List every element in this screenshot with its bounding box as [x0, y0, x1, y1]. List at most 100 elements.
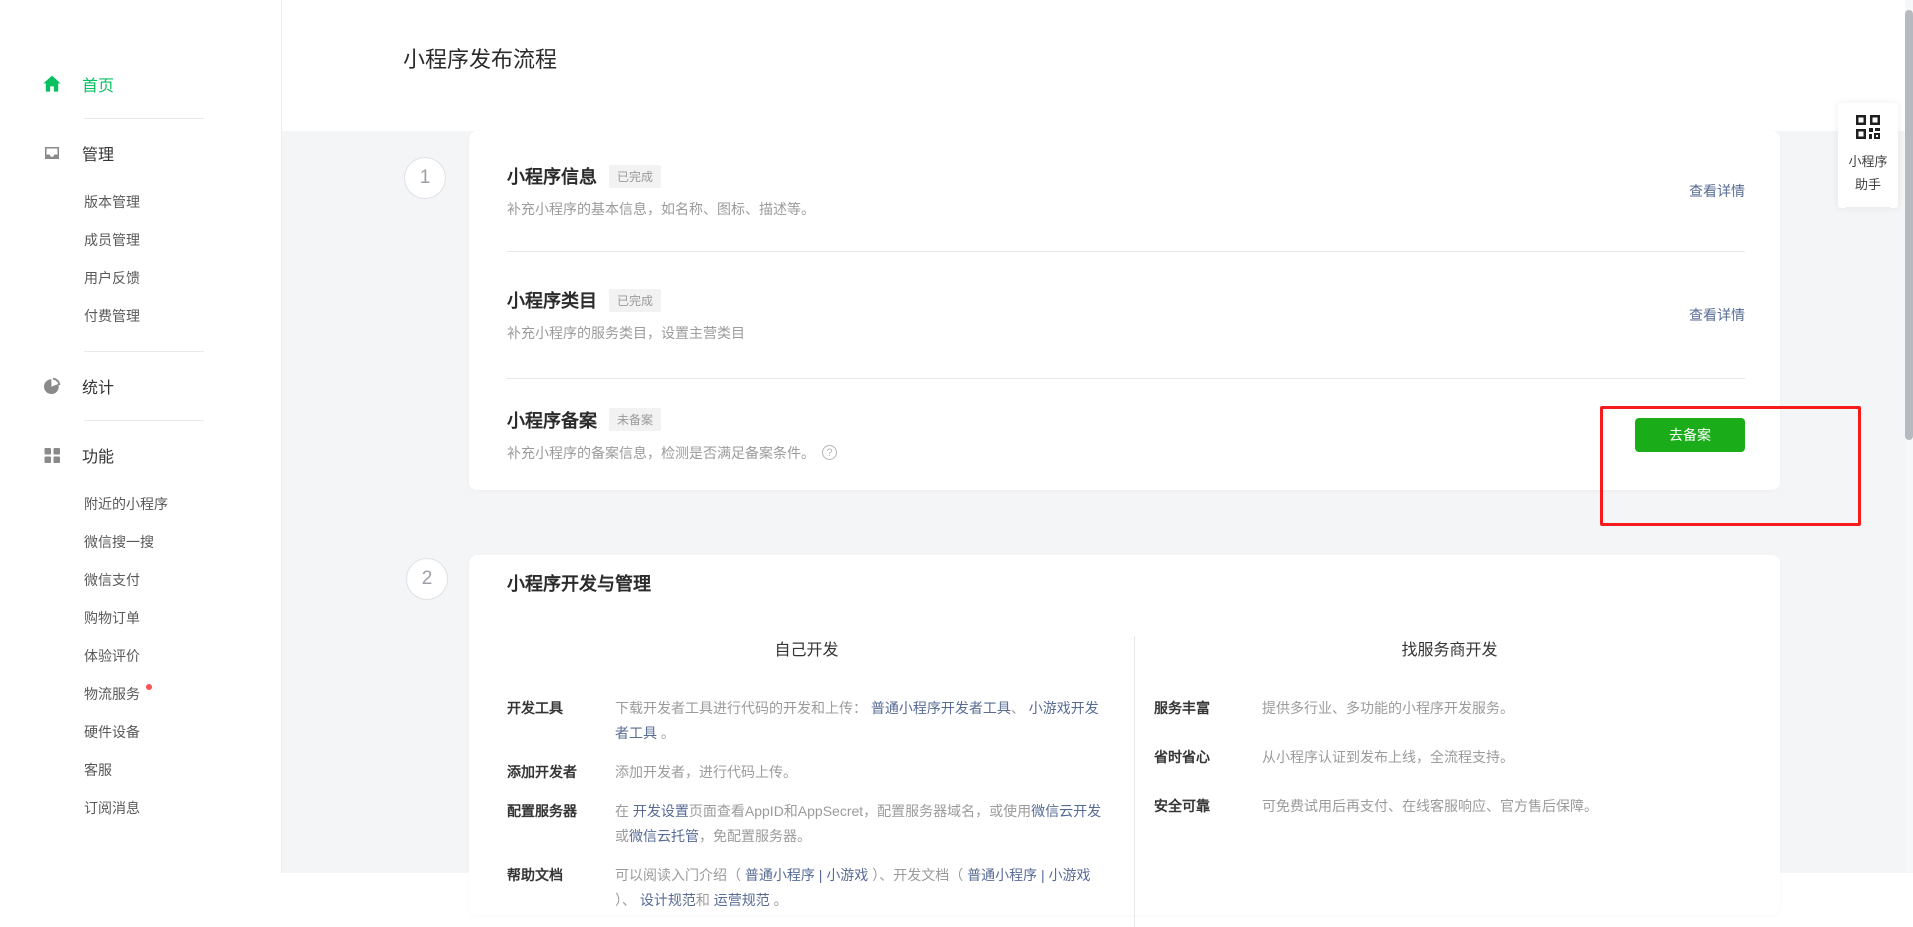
cloud-hosting-link[interactable]: 微信云托管 [629, 828, 699, 844]
row-label: 开发工具 [507, 696, 615, 746]
row-description: 可以阅读入门介绍（ 普通小程序 | 小游戏 ）、开发文档（ 普通小程序 | 小游… [615, 863, 1106, 913]
row-label: 服务丰富 [1154, 696, 1262, 721]
assistant-label-line2: 助手 [1838, 173, 1898, 196]
sidebar-item-label: 功能 [82, 443, 114, 467]
view-details-link[interactable]: 查看详情 [1689, 305, 1745, 325]
row-miniprogram-category: 小程序类目 已完成 补充小程序的服务类目，设置主营类目 查看详情 [507, 251, 1745, 378]
sidebar-sublist-features: 附近的小程序 微信搜一搜 微信支付 购物订单 体验评价 物流服务 硬件设备 客服… [0, 485, 281, 827]
cloud-dev-link[interactable]: 微信云开发 [1031, 803, 1101, 819]
sidebar-item-paid-manage[interactable]: 付费管理 [0, 297, 281, 335]
sidebar: 首页 管理 版本管理 成员管理 用户反馈 付费管理 统计 [0, 0, 282, 873]
row-description: 补充小程序的服务类目，设置主营类目 [507, 323, 745, 343]
sidebar-item-features[interactable]: 功能 [0, 437, 281, 473]
design-guide-link[interactable]: 设计规范 [640, 892, 696, 908]
intro-miniprogram-link[interactable]: 普通小程序 [745, 867, 815, 883]
text: 在 [615, 803, 633, 819]
question-circle-icon[interactable]: ? [822, 445, 837, 460]
sidebar-item-manage[interactable]: 管理 [0, 135, 281, 171]
grid-icon [42, 445, 62, 465]
row-description: 补充小程序的备案信息，检测是否满足备案条件。 [507, 443, 815, 463]
sidebar-item-wechat-pay[interactable]: 微信支付 [0, 561, 281, 599]
sidebar-sublist-manage: 版本管理 成员管理 用户反馈 付费管理 [0, 183, 281, 335]
dev-settings-link[interactable]: 开发设置 [633, 803, 689, 819]
sidebar-divider [84, 351, 204, 352]
sidebar-item-home[interactable]: 首页 [0, 66, 281, 102]
step2-card: 小程序开发与管理 自己开发 开发工具 下载开发者工具进行代码的开发和上传： 普通… [469, 555, 1780, 915]
status-badge: 已完成 [609, 289, 661, 312]
page-header: 小程序发布流程 [282, 0, 1913, 131]
row-label: 帮助文档 [507, 863, 615, 913]
row-miniprogram-info: 小程序信息 已完成 补充小程序的基本信息，如名称、图标、描述等。 查看详情 [507, 131, 1745, 251]
docs-miniprogram-link[interactable]: 普通小程序 [967, 867, 1037, 883]
assistant-label-line1: 小程序 [1838, 150, 1898, 173]
widget-divider [1846, 207, 1890, 208]
safe-reliable-row: 安全可靠 可免费试用后再支付、在线客服响应、官方售后保障。 [1154, 794, 1745, 819]
text: 添加开发者，进行代码上传。 [615, 764, 797, 780]
text: 和 [696, 892, 714, 908]
row-label: 配置服务器 [507, 799, 615, 849]
step2-title: 小程序开发与管理 [507, 555, 1745, 596]
time-saving-row: 省时省心 从小程序认证到发布上线，全流程支持。 [1154, 745, 1745, 770]
miniprogram-assistant-widget[interactable]: 小程序 助手 [1838, 103, 1898, 208]
status-badge: 未备案 [609, 408, 661, 431]
row-title: 小程序类目 [507, 287, 597, 313]
text: 下载开发者工具进行代码的开发和上传： [615, 700, 871, 716]
home-icon [42, 74, 62, 94]
add-developer-row: 添加开发者 添加开发者，进行代码上传。 [507, 760, 1106, 785]
row-description: 提供多行业、多功能的小程序开发服务。 [1262, 696, 1745, 721]
configure-server-row: 配置服务器 在 开发设置页面查看AppID和AppSecret，配置服务器域名，… [507, 799, 1106, 849]
devtool-link[interactable]: 普通小程序开发者工具 [871, 700, 1011, 716]
text: 、 [1011, 700, 1029, 716]
row-description: 补充小程序的基本信息，如名称、图标、描述等。 [507, 199, 815, 219]
intro-game-link[interactable]: 小游戏 [826, 867, 868, 883]
sidebar-item-customer-service[interactable]: 客服 [0, 751, 281, 789]
separator: | [1037, 867, 1048, 883]
sidebar-item-logistics-service[interactable]: 物流服务 [0, 675, 281, 713]
status-badge: 已完成 [609, 165, 661, 188]
row-label: 省时省心 [1154, 745, 1262, 770]
docs-game-link[interactable]: 小游戏 [1049, 867, 1091, 883]
sidebar-item-version-manage[interactable]: 版本管理 [0, 183, 281, 221]
text: ，免配置服务器。 [699, 828, 811, 844]
inbox-icon [42, 143, 62, 163]
page-title: 小程序发布流程 [403, 42, 557, 74]
sidebar-item-label: 首页 [82, 72, 114, 96]
column-header: 自己开发 [507, 636, 1106, 660]
sidebar-item-experience-review[interactable]: 体验评价 [0, 637, 281, 675]
sidebar-item-stats[interactable]: 统计 [0, 368, 281, 404]
self-develop-column: 自己开发 开发工具 下载开发者工具进行代码的开发和上传： 普通小程序开发者工具、… [507, 636, 1135, 927]
sidebar-item-nearby-miniprogram[interactable]: 附近的小程序 [0, 485, 281, 523]
separator: | [815, 867, 826, 883]
sidebar-item-subscribe-message[interactable]: 订阅消息 [0, 789, 281, 827]
sidebar-item-label: 管理 [82, 141, 114, 165]
scrollbar-thumb[interactable] [1905, 10, 1913, 440]
sidebar-item-hardware-device[interactable]: 硬件设备 [0, 713, 281, 751]
sidebar-item-user-feedback[interactable]: 用户反馈 [0, 259, 281, 297]
sidebar-item-shopping-orders[interactable]: 购物订单 [0, 599, 281, 637]
view-details-link[interactable]: 查看详情 [1689, 181, 1745, 201]
text: 或 [615, 828, 629, 844]
scrollbar-track [1905, 0, 1913, 873]
row-description: 下载开发者工具进行代码的开发和上传： 普通小程序开发者工具、 小游戏开发者工具 … [615, 696, 1106, 746]
sidebar-divider [84, 118, 204, 119]
step1-card: 小程序信息 已完成 补充小程序的基本信息，如名称、图标、描述等。 查看详情 小程… [469, 131, 1780, 490]
qr-code-icon [1855, 114, 1881, 140]
help-docs-row: 帮助文档 可以阅读入门介绍（ 普通小程序 | 小游戏 ）、开发文档（ 普通小程序… [507, 863, 1106, 913]
row-label: 添加开发者 [507, 760, 615, 785]
row-description: 添加开发者，进行代码上传。 [615, 760, 1106, 785]
service-provider-column: 找服务商开发 服务丰富 提供多行业、多功能的小程序开发服务。 省时省心 从小程序… [1135, 636, 1745, 927]
notification-dot [146, 684, 152, 690]
row-description: 可免费试用后再支付、在线客服响应、官方售后保障。 [1262, 794, 1745, 819]
sidebar-item-member-manage[interactable]: 成员管理 [0, 221, 281, 259]
annotation-red-box [1600, 406, 1861, 526]
sidebar-item-wechat-search[interactable]: 微信搜一搜 [0, 523, 281, 561]
sidebar-item-label: 统计 [82, 374, 114, 398]
text: 。 [770, 892, 788, 908]
column-header: 找服务商开发 [1154, 636, 1745, 660]
row-miniprogram-icp-filing: 小程序备案 未备案 补充小程序的备案信息，检测是否满足备案条件。 ? 去备案 [507, 378, 1745, 490]
app-root: 首页 管理 版本管理 成员管理 用户反馈 付费管理 统计 [0, 0, 1913, 873]
operation-guide-link[interactable]: 运营规范 [714, 892, 770, 908]
row-label: 安全可靠 [1154, 794, 1262, 819]
row-description: 从小程序认证到发布上线，全流程支持。 [1262, 745, 1745, 770]
sidebar-item-label: 物流服务 [84, 684, 140, 704]
